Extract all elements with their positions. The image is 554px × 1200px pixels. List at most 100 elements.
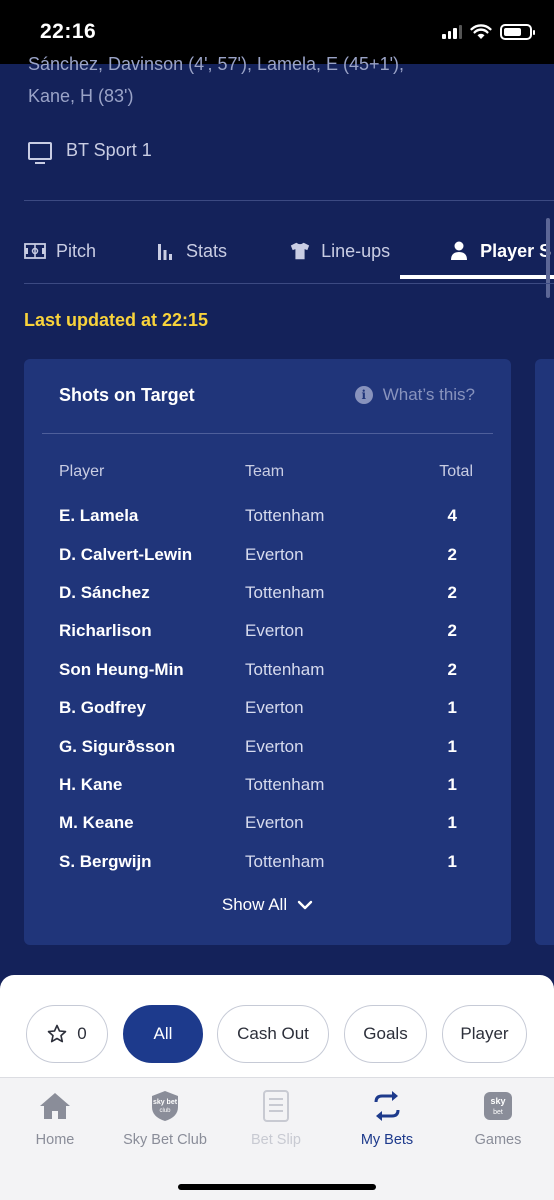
- player-name: M. Keane: [59, 813, 134, 833]
- table-row: D. Calvert-Lewin Everton 2: [59, 535, 473, 573]
- player-name: B. Godfrey: [59, 698, 146, 718]
- divider: [24, 200, 554, 201]
- sky-bet-club-icon: sky bet club: [148, 1090, 182, 1122]
- total-value: 2: [447, 659, 457, 679]
- scorers-line: Kane, H (83'): [28, 86, 134, 106]
- column-header-total: Total: [439, 463, 473, 480]
- whats-this-label: What’s this?: [382, 385, 475, 404]
- tab-player-stats[interactable]: Player S: [390, 223, 554, 279]
- filter-cash-out-button[interactable]: Cash Out: [217, 1005, 329, 1063]
- tab-label: Stats: [186, 240, 228, 261]
- nav-label: Sky Bet Club: [123, 1132, 207, 1148]
- column-header-team: Team: [245, 463, 285, 480]
- scorers-info: Sánchez, Davinson (4', 57'), Lamela, E (…: [28, 48, 534, 112]
- nav-sky-bet-club[interactable]: sky bet club Sky Bet Club: [110, 1090, 220, 1148]
- player-name: E. Lamela: [59, 506, 139, 526]
- star-icon: [47, 1024, 67, 1043]
- player-name: H. Kane: [59, 774, 123, 794]
- nav-games[interactable]: sky bet Games: [443, 1090, 553, 1148]
- filter-label: All: [153, 1024, 173, 1043]
- player-name: D. Calvert-Lewin: [59, 544, 193, 564]
- last-updated-text: Last updated at 22:15: [24, 310, 209, 330]
- player-name: D. Sánchez: [59, 582, 150, 602]
- table-row: D. Sánchez Tottenham 2: [59, 574, 473, 612]
- scrollbar[interactable]: [546, 218, 550, 298]
- stats-icon: [154, 241, 176, 261]
- divider: [24, 283, 554, 284]
- team-name: Everton: [245, 813, 304, 833]
- nav-label: Bet Slip: [251, 1132, 301, 1148]
- bet-filter-panel: 0 All Cash Out Goals Player: [0, 975, 554, 1077]
- pitch-icon: [24, 241, 46, 261]
- team-name: Tottenham: [245, 582, 325, 602]
- nav-label: Home: [35, 1132, 75, 1148]
- svg-text:sky bet: sky bet: [153, 1099, 178, 1106]
- tab-stats[interactable]: Stats: [96, 223, 227, 279]
- table-row: G. Sigurðsson Everton 1: [59, 727, 473, 765]
- tab-pitch[interactable]: Pitch: [0, 223, 96, 279]
- nav-home[interactable]: Home: [0, 1090, 110, 1148]
- tv-icon: [28, 141, 52, 164]
- table-row: S. Bergwijn Tottenham 1: [59, 843, 473, 881]
- team-name: Everton: [245, 698, 304, 718]
- cellular-signal-icon: [442, 25, 462, 39]
- total-value: 2: [447, 544, 457, 564]
- show-all-button[interactable]: Show All: [24, 895, 511, 915]
- table-body: E. Lamela Tottenham 4 D. Calvert-Lewin Ever…: [59, 497, 473, 881]
- status-icons: [442, 24, 535, 40]
- table-row: Richarlison Everton 2: [59, 612, 473, 650]
- next-card-preview[interactable]: [535, 359, 554, 945]
- nav-bet-slip[interactable]: Bet Slip: [221, 1090, 331, 1148]
- bottom-navigation: Home sky bet club Sky Bet Club Bet Slip M…: [0, 1077, 554, 1200]
- team-name: Tottenham: [245, 506, 325, 526]
- filter-label: Goals: [363, 1024, 408, 1043]
- info-icon: i: [354, 386, 373, 404]
- tv-channel-label: BT Sport 1: [66, 140, 152, 160]
- battery-icon: [500, 24, 535, 40]
- column-header-player: Player: [59, 463, 105, 480]
- team-name: Everton: [245, 544, 304, 564]
- total-value: 4: [447, 506, 457, 526]
- table-row: Son Heung-Min Tottenham 2: [59, 651, 473, 689]
- favourites-count: 0: [77, 1024, 87, 1043]
- filter-label: Player: [460, 1024, 509, 1043]
- team-name: Tottenham: [245, 774, 325, 794]
- filter-player-button[interactable]: Player: [442, 1005, 527, 1063]
- player-name: Richarlison: [59, 621, 152, 641]
- total-value: 1: [447, 813, 457, 833]
- tv-channel-row: BT Sport 1: [28, 140, 152, 164]
- tab-label: Pitch: [56, 240, 97, 261]
- player-name: G. Sigurðsson: [59, 736, 176, 756]
- person-icon: [448, 241, 470, 261]
- nav-label: My Bets: [360, 1132, 414, 1148]
- total-value: 1: [447, 774, 457, 794]
- bet-slip-icon: [259, 1090, 293, 1122]
- swap-arrows-icon: [370, 1090, 404, 1122]
- player-name: S. Bergwijn: [59, 851, 152, 871]
- filter-label: Cash Out: [237, 1024, 309, 1043]
- team-name: Everton: [245, 621, 304, 641]
- total-value: 2: [447, 621, 457, 641]
- team-name: Tottenham: [245, 851, 325, 871]
- table-row: M. Keane Everton 1: [59, 804, 473, 842]
- chevron-down-icon: [297, 900, 313, 910]
- favourites-filter-button[interactable]: 0: [26, 1005, 108, 1063]
- tab-line-ups[interactable]: Line-ups: [227, 223, 390, 279]
- home-indicator[interactable]: [178, 1184, 376, 1190]
- total-value: 1: [447, 736, 457, 756]
- total-value: 1: [447, 851, 457, 871]
- show-all-label: Show All: [221, 895, 288, 914]
- status-time: 22:16: [40, 20, 97, 43]
- nav-my-bets[interactable]: My Bets: [332, 1090, 442, 1148]
- svg-text:bet: bet: [493, 1109, 503, 1116]
- nav-label: Games: [474, 1132, 522, 1148]
- filter-all-button[interactable]: All: [123, 1005, 203, 1063]
- table-row: H. Kane Tottenham 1: [59, 766, 473, 804]
- shots-on-target-card: Shots on Target i What’s this? Player Te…: [24, 359, 511, 945]
- card-divider: [42, 433, 493, 434]
- tab-label: Line-ups: [321, 240, 391, 261]
- filter-goals-button[interactable]: Goals: [344, 1005, 427, 1063]
- total-value: 2: [447, 582, 457, 602]
- whats-this-link[interactable]: i What’s this?: [354, 385, 475, 405]
- home-icon: [38, 1090, 72, 1122]
